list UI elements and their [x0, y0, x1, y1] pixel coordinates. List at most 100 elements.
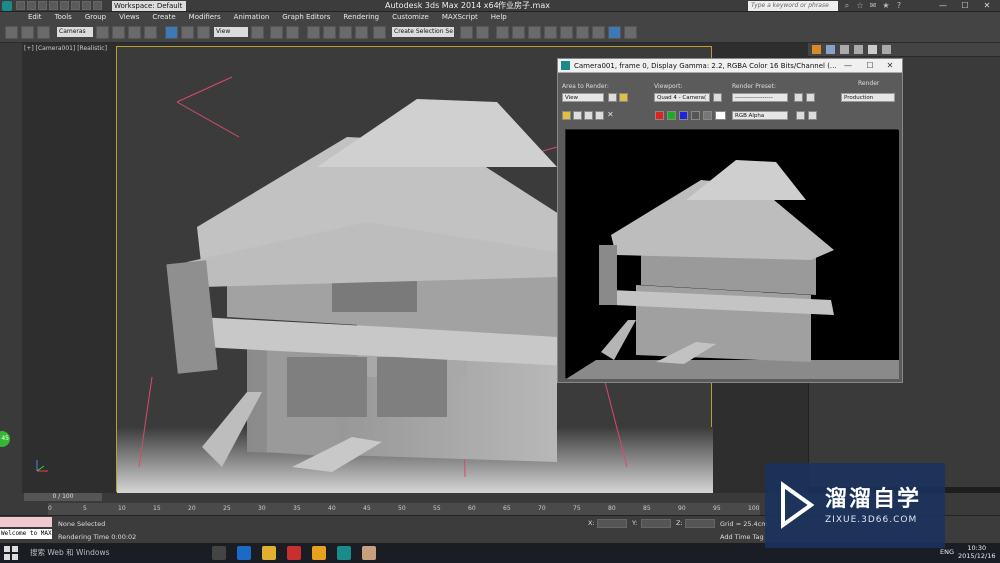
menu-graph-editors[interactable]: Graph Editors [282, 12, 330, 23]
menu-modifiers[interactable]: Modifiers [189, 12, 221, 23]
workspace-dropdown[interactable]: Workspace: Default [112, 1, 186, 11]
keyboard-shortcut-icon[interactable] [286, 26, 299, 39]
z-coordinate-field[interactable] [685, 519, 715, 528]
menu-rendering[interactable]: Rendering [343, 12, 379, 23]
schematic-view-icon[interactable] [544, 26, 557, 39]
menu-edit[interactable]: Edit [28, 12, 42, 23]
named-selection-dropdown[interactable]: Create Selection Se [392, 27, 454, 37]
open-file-icon[interactable] [27, 1, 36, 10]
clear-icon[interactable]: ✕ [607, 110, 614, 119]
render-button[interactable]: Render [858, 80, 879, 87]
render-production-icon[interactable] [608, 26, 621, 39]
undo-icon[interactable] [49, 1, 58, 10]
render-window-maximize-button[interactable]: ☐ [860, 59, 880, 73]
menu-help[interactable]: Help [491, 12, 507, 23]
rendered-frame-window[interactable]: Camera001, frame 0, Display Gamma: 2.2, … [557, 58, 903, 383]
copy-image-icon[interactable] [573, 111, 582, 120]
fetch-icon[interactable] [82, 1, 91, 10]
pivot-center-icon[interactable] [251, 26, 264, 39]
maximize-button[interactable]: ☐ [954, 0, 976, 12]
monochrome-toggle[interactable] [703, 111, 712, 120]
channel-display-dropdown[interactable]: RGB Alpha [732, 111, 788, 120]
windows-start-icon[interactable] [3, 545, 19, 561]
task-view-icon[interactable] [212, 546, 226, 560]
bind-space-warp-icon[interactable] [37, 26, 50, 39]
material-editor-icon[interactable] [560, 26, 573, 39]
hierarchy-tab-icon[interactable] [840, 45, 849, 54]
unlink-icon[interactable] [21, 26, 34, 39]
favorites-icon[interactable]: ★ [881, 1, 891, 11]
motion-tab-icon[interactable] [854, 45, 863, 54]
viewport-label[interactable]: [+] [Camera001] [Realistic] [24, 45, 107, 52]
search-input[interactable]: Type a keyword or phrase [748, 1, 838, 11]
menu-maxscript[interactable]: MAXScript [442, 12, 478, 23]
render-preset-dropdown[interactable]: ------------------- [732, 93, 788, 102]
file-explorer-icon[interactable] [262, 546, 276, 560]
save-image-icon[interactable] [562, 111, 571, 120]
acrobat-icon[interactable] [287, 546, 301, 560]
menu-tools[interactable]: Tools [55, 12, 72, 23]
taskbar-clock[interactable]: 10:30 2015/12/16 [958, 544, 995, 560]
communication-icon[interactable]: ✉ [868, 1, 878, 11]
render-window-titlebar[interactable]: Camera001, frame 0, Display Gamma: 2.2, … [558, 59, 902, 73]
edge-browser-icon[interactable] [237, 546, 251, 560]
display-tab-icon[interactable] [868, 45, 877, 54]
render-setup-icon[interactable] [576, 26, 589, 39]
edit-region-icon[interactable] [608, 93, 617, 102]
menu-create[interactable]: Create [152, 12, 175, 23]
modify-tab-icon[interactable] [826, 45, 835, 54]
render-setup-small-icon[interactable] [794, 93, 803, 102]
alpha-channel-toggle[interactable] [691, 111, 700, 120]
x-coordinate-field[interactable] [597, 519, 627, 528]
reference-coordinate-dropdown[interactable]: View [214, 27, 248, 37]
select-rotate-icon[interactable] [181, 26, 194, 39]
toggle-ui-icon[interactable] [808, 111, 817, 120]
lock-viewport-icon[interactable] [713, 93, 722, 102]
percent-snap-icon[interactable] [339, 26, 352, 39]
3dsmax-taskbar-icon[interactable] [337, 546, 351, 560]
help-icon[interactable]: ? [894, 1, 904, 11]
align-icon[interactable] [476, 26, 489, 39]
render-iterative-icon[interactable] [624, 26, 637, 39]
area-to-render-dropdown[interactable]: View [562, 93, 604, 102]
select-scale-icon[interactable] [197, 26, 210, 39]
layer-manager-icon[interactable] [496, 26, 509, 39]
render-window-close-button[interactable]: ✕ [880, 59, 900, 73]
hold-icon[interactable] [71, 1, 80, 10]
red-channel-toggle[interactable] [655, 111, 664, 120]
angle-snap-icon[interactable] [323, 26, 336, 39]
taskbar-search-box[interactable]: 搜索 Web 和 Windows [24, 543, 202, 563]
app-orange-icon[interactable] [312, 546, 326, 560]
spinner-snap-icon[interactable] [355, 26, 368, 39]
utilities-tab-icon[interactable] [882, 45, 891, 54]
clone-window-icon[interactable] [584, 111, 593, 120]
select-object-icon[interactable] [96, 26, 109, 39]
window-crossing-icon[interactable] [144, 26, 157, 39]
close-button[interactable]: ✕ [976, 0, 998, 12]
menu-views[interactable]: Views [119, 12, 139, 23]
maxscript-listener-input[interactable] [0, 517, 52, 527]
mirror-icon[interactable] [460, 26, 473, 39]
print-image-icon[interactable] [595, 111, 604, 120]
viewport-dropdown[interactable]: Quad 4 - Camera( [654, 93, 710, 102]
app-logo-icon[interactable] [2, 1, 12, 11]
rendered-frame-window-icon[interactable] [592, 26, 605, 39]
select-move-icon[interactable] [165, 26, 178, 39]
new-file-icon[interactable] [16, 1, 25, 10]
maxscript-listener-output[interactable]: Welcome to MAX [0, 529, 52, 539]
edit-named-selection-icon[interactable] [373, 26, 386, 39]
image-viewer-icon[interactable] [362, 546, 376, 560]
language-indicator[interactable]: ENG [940, 548, 954, 556]
auto-region-icon[interactable] [619, 93, 628, 102]
render-window-minimize-button[interactable]: — [838, 59, 858, 73]
search-icon[interactable]: ⌕ [842, 1, 852, 11]
time-slider[interactable]: 0 / 100 [24, 493, 102, 501]
toggle-ui-overlay-icon[interactable] [796, 111, 805, 120]
minimize-button[interactable]: — [932, 0, 954, 12]
subscription-icon[interactable]: ☆ [855, 1, 865, 11]
selection-filter-dropdown[interactable]: Cameras [57, 27, 93, 37]
project-folder-icon[interactable] [93, 1, 102, 10]
create-tab-icon[interactable] [812, 45, 821, 54]
y-coordinate-field[interactable] [641, 519, 671, 528]
green-channel-toggle[interactable] [667, 111, 676, 120]
